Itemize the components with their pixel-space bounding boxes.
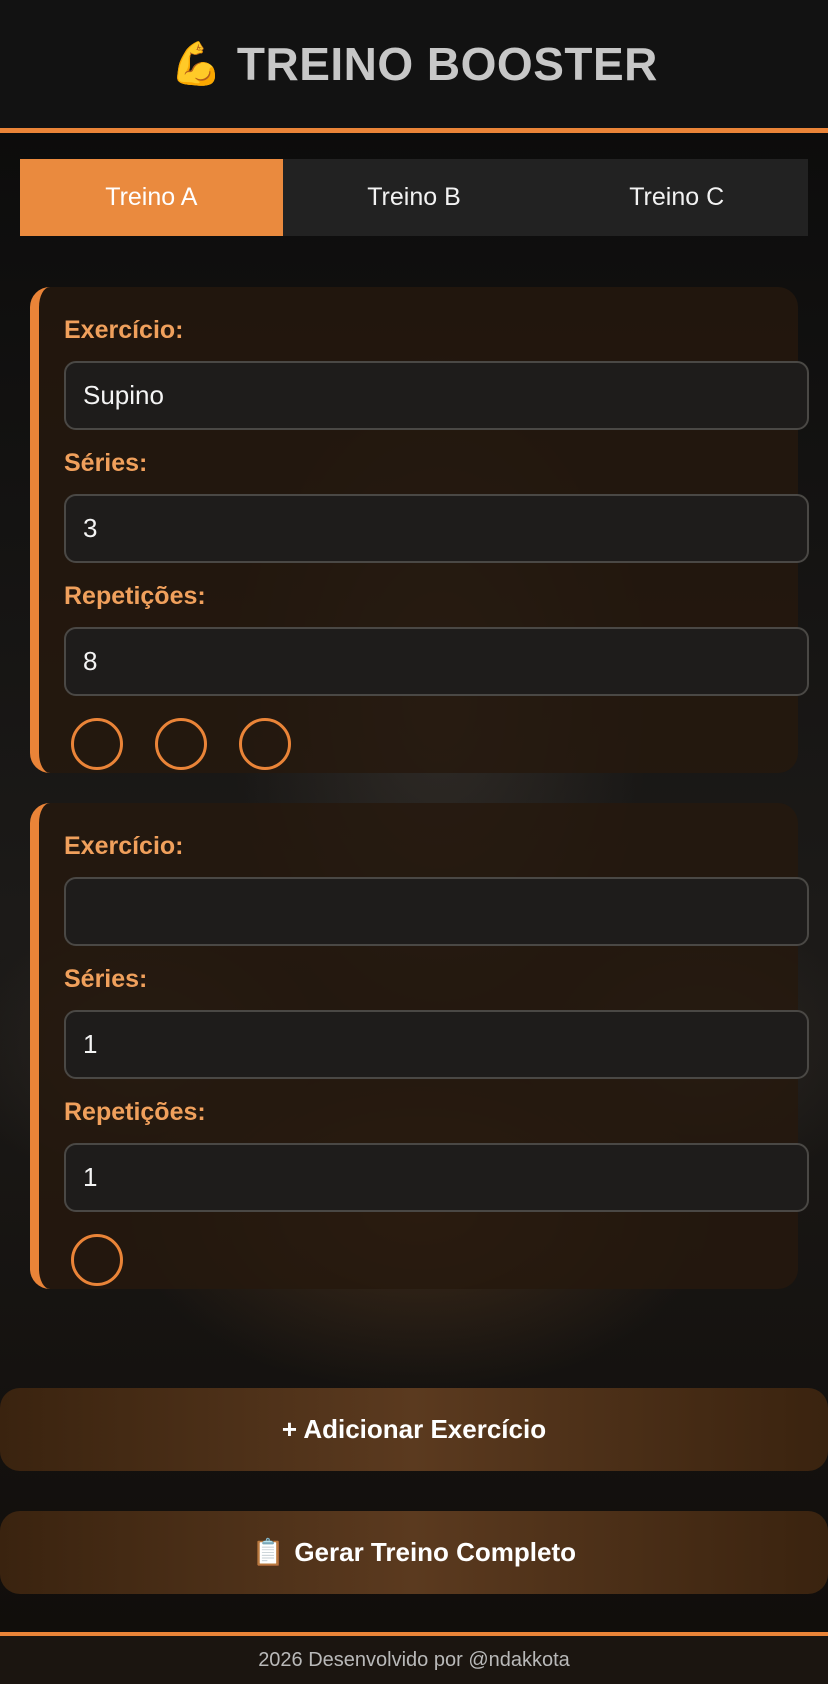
set-check-circle[interactable] (155, 718, 207, 770)
reps-label: Repetições: (64, 582, 206, 610)
reps-label: Repetições: (64, 1098, 206, 1126)
set-check-circle[interactable] (71, 718, 123, 770)
sets-input[interactable] (64, 1010, 809, 1079)
exercise-label: Exercício: (64, 832, 184, 860)
workout-tabs: Treino A Treino B Treino C (20, 159, 808, 236)
reps-input[interactable] (64, 1143, 809, 1212)
tab-treino-b[interactable]: Treino B (283, 159, 546, 236)
app-header: 💪 TREINO BOOSTER (0, 0, 828, 133)
set-tracker (64, 718, 798, 770)
app-title-text: TREINO BOOSTER (236, 38, 658, 90)
exercise-label: Exercício: (64, 316, 184, 344)
sets-input[interactable] (64, 494, 809, 563)
tab-treino-c[interactable]: Treino C (545, 159, 808, 236)
exercise-card: Exercício: Séries: Repetições: (30, 803, 809, 1289)
exercise-input[interactable] (64, 877, 809, 946)
add-exercise-label: + Adicionar Exercício (281, 1414, 547, 1444)
generate-workout-label: Gerar Treino Completo (294, 1537, 577, 1567)
add-exercise-button[interactable]: + Adicionar Exercício (0, 1388, 828, 1471)
app-page: 💪 TREINO BOOSTER Treino A Treino B Trein… (0, 0, 828, 1684)
footer-credit: 2026 Desenvolvido por @ndakkota (258, 1648, 570, 1671)
flexed-biceps-icon: 💪 (170, 39, 223, 87)
generate-workout-button[interactable]: 📋 Gerar Treino Completo (0, 1511, 828, 1594)
tab-treino-a[interactable]: Treino A (20, 159, 283, 236)
set-tracker (64, 1234, 798, 1286)
app-title: 💪 TREINO BOOSTER (170, 37, 658, 91)
sets-label: Séries: (64, 965, 148, 993)
clipboard-icon: 📋 (251, 1537, 285, 1567)
exercise-card: Exercício: Séries: Repetições: (30, 287, 809, 773)
sets-label: Séries: (64, 449, 148, 477)
reps-input[interactable] (64, 627, 809, 696)
set-check-circle[interactable] (239, 718, 291, 770)
set-check-circle[interactable] (71, 1234, 123, 1286)
exercise-input[interactable] (64, 361, 809, 430)
footer: 2026 Desenvolvido por @ndakkota (0, 1632, 828, 1684)
